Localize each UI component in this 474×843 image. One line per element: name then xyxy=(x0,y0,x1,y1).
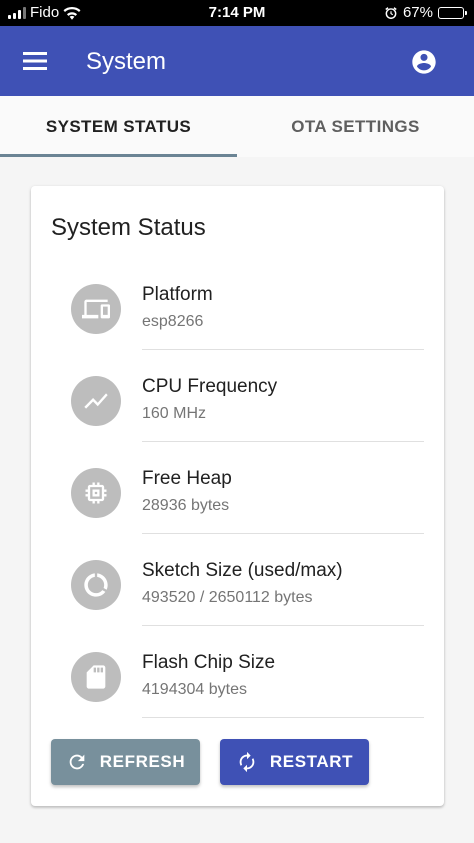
list-item-sketch-size: Sketch Size (used/max) 493520 / 2650112 … xyxy=(71,534,424,626)
show-chart-icon xyxy=(84,393,108,409)
tab-ota-settings[interactable]: OTA SETTINGS xyxy=(237,96,474,157)
page-title: System xyxy=(86,48,167,75)
system-status-card: System Status Platform esp8266 CPU Frequ… xyxy=(31,186,444,806)
autorenew-icon xyxy=(239,751,255,773)
avatar xyxy=(71,560,121,610)
memory-icon xyxy=(85,482,107,504)
sd-storage-icon xyxy=(86,665,106,689)
tab-bar: SYSTEM STATUS OTA SETTINGS xyxy=(0,96,474,157)
refresh-button[interactable]: REFRESH xyxy=(51,739,200,785)
restart-button[interactable]: RESTART xyxy=(220,739,369,785)
tab-indicator xyxy=(0,154,237,157)
item-primary-text: Sketch Size (used/max) xyxy=(142,560,343,581)
account-circle-icon xyxy=(412,50,436,74)
item-secondary-text: 160 MHz xyxy=(142,405,207,422)
avatar xyxy=(71,284,121,334)
item-secondary-text: 28936 bytes xyxy=(142,497,230,514)
card-title: System Status xyxy=(51,214,206,241)
menu-button[interactable] xyxy=(20,47,50,75)
item-primary-text: Free Heap xyxy=(142,468,232,489)
refresh-button-label: REFRESH xyxy=(99,752,186,771)
refresh-icon xyxy=(69,754,85,770)
list-item-free-heap: Free Heap 28936 bytes xyxy=(71,442,424,534)
item-secondary-text: 4194304 bytes xyxy=(142,681,247,698)
status-bar-right: 67% xyxy=(384,4,467,21)
restart-button-label: RESTART xyxy=(269,752,354,771)
divider xyxy=(142,717,424,718)
item-primary-text: CPU Frequency xyxy=(142,376,278,397)
battery-icon xyxy=(438,6,467,19)
list-item-flash-chip-size: Flash Chip Size 4194304 bytes xyxy=(71,626,424,718)
account-button[interactable] xyxy=(410,48,438,76)
battery-percent: 67% xyxy=(402,4,433,21)
avatar xyxy=(71,468,121,518)
avatar xyxy=(71,376,121,426)
item-secondary-text: esp8266 xyxy=(142,313,204,330)
devices-icon xyxy=(82,299,110,319)
item-primary-text: Platform xyxy=(142,284,213,305)
status-bar: Fido 7:14 PM 67% xyxy=(0,0,474,26)
item-secondary-text: 493520 / 2650112 bytes xyxy=(142,589,313,606)
list-item-cpu-frequency: CPU Frequency 160 MHz xyxy=(71,350,424,442)
menu-icon xyxy=(23,52,47,70)
alarm-icon xyxy=(385,6,397,19)
list-item-platform: Platform esp8266 xyxy=(71,258,424,350)
avatar xyxy=(71,652,121,702)
data-usage-icon xyxy=(84,573,108,597)
item-primary-text: Flash Chip Size xyxy=(142,652,276,673)
app-bar: System xyxy=(0,26,474,96)
tab-system-status[interactable]: SYSTEM STATUS xyxy=(0,96,237,157)
